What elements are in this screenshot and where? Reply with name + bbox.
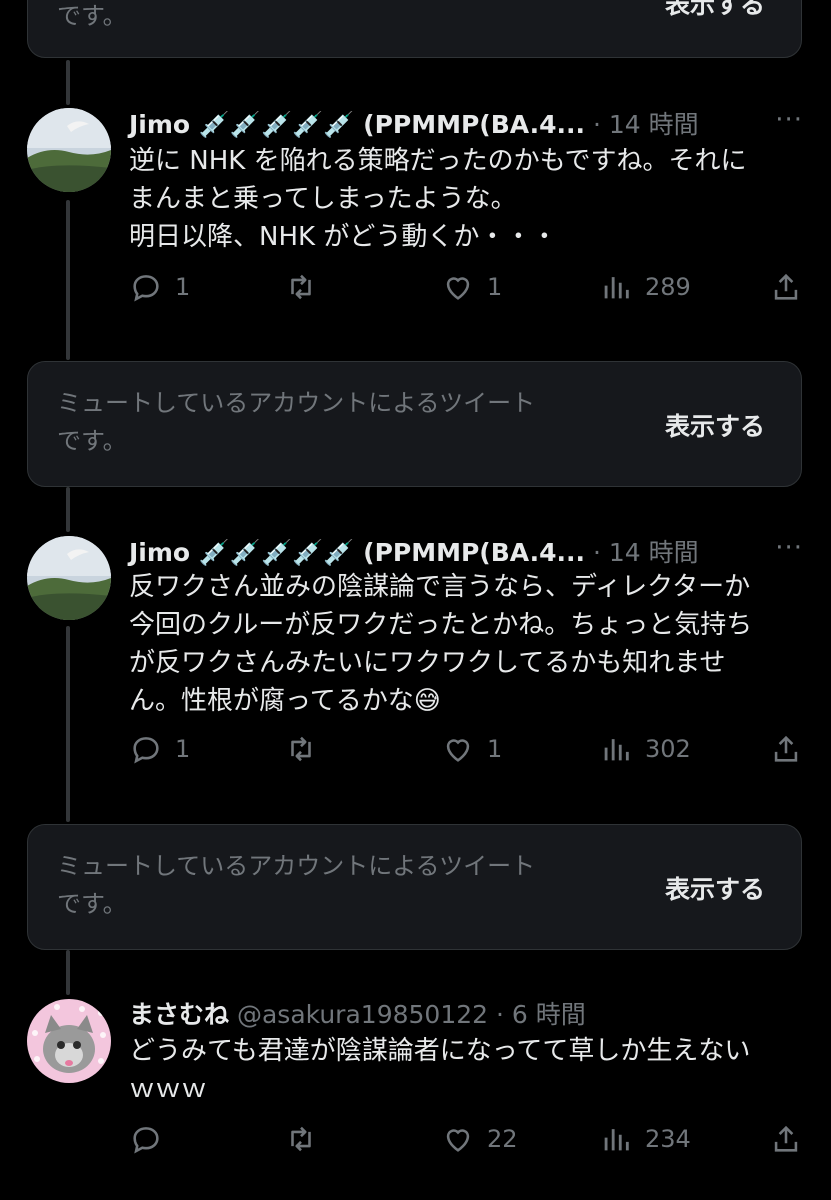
share-icon (774, 273, 798, 300)
tweet-actions: 22 234 (129, 1122, 809, 1162)
display-name[interactable]: まさむね (129, 1000, 229, 1029)
display-name[interactable]: Jimo 💉💉💉💉💉 (PPMMP(BA.4... (129, 538, 585, 567)
like-icon (446, 277, 470, 300)
avatar[interactable] (27, 536, 111, 620)
retweet-button[interactable] (284, 1122, 330, 1156)
tweet-actions: 1 1 302 (129, 732, 809, 772)
like-button[interactable]: 1 (441, 270, 502, 304)
share-button[interactable] (769, 1122, 803, 1156)
thread-line (66, 950, 70, 995)
handle[interactable]: @asakura19850122 (237, 1000, 488, 1029)
tweet-line: 逆に NHK を陥れる策略だったのかもですね。それに (129, 146, 747, 176)
retweet-button[interactable] (284, 270, 330, 304)
retweet-icon (291, 274, 311, 300)
like-icon (446, 739, 470, 762)
reply-count: 1 (175, 273, 191, 301)
like-icon (446, 1129, 470, 1152)
separator-dot: · (495, 1000, 504, 1029)
muted-tweet-notice: ミュートしているアカウントによるツイート です。 表示する (27, 824, 802, 950)
thread-line (66, 487, 70, 532)
view-count: 289 (645, 273, 691, 301)
like-count: 1 (487, 735, 503, 763)
more-icon[interactable]: ··· (775, 533, 803, 563)
avatar[interactable] (27, 999, 111, 1083)
views-button[interactable]: 302 (599, 732, 691, 766)
tweet-line: ん。性根が腐ってるかな😅 (129, 686, 441, 716)
like-button[interactable]: 22 (441, 1122, 518, 1156)
views-button[interactable]: 289 (599, 270, 691, 304)
reply-count: 1 (175, 735, 191, 763)
tweet-header: Jimo 💉💉💉💉💉 (PPMMP(BA.4... · 14 時間 ··· (129, 533, 803, 567)
tweet-line: 明日以降、NHK がどう動くか・・・ (129, 222, 558, 252)
tweet-actions: 1 1 289 (129, 270, 809, 310)
tweet-header: Jimo 💉💉💉💉💉 (PPMMP(BA.4... · 14 時間 ··· (129, 105, 803, 139)
views-icon (604, 739, 629, 761)
show-tweet-button[interactable]: 表示する (665, 870, 765, 906)
more-icon[interactable]: ··· (775, 105, 803, 135)
avatar[interactable] (27, 108, 111, 192)
separator-dot: · (592, 538, 601, 567)
muted-tweet-notice: ミュートしているアカウントによるツイート です。 表示する (27, 361, 802, 487)
separator-dot: · (592, 110, 601, 139)
tweet-line: まんまと乗ってしまったような。 (129, 184, 517, 214)
share-icon (774, 735, 798, 762)
share-button[interactable] (769, 270, 803, 304)
tweet-line: 今回のクルーが反ワクだったとかね。ちょっと気持ち (129, 610, 753, 640)
tweet-text: どうみても君達が陰謀論者になってて草しか生えない ｗｗｗ (129, 1032, 809, 1108)
muted-notice-text: ミュートしているアカウントによるツイート です。 (57, 389, 536, 455)
tweet-header: まさむね @asakura19850122 · 6 時間 (129, 995, 803, 1029)
tweet-text: 反ワクさん並みの陰謀論で言うなら、ディレクターか 今回のクルーが反ワクだったとか… (129, 568, 809, 720)
tweet-line: どうみても君達が陰謀論者になってて草しか生えない (129, 1036, 751, 1066)
thread-line (66, 60, 70, 105)
display-name[interactable]: Jimo 💉💉💉💉💉 (PPMMP(BA.4... (129, 110, 585, 139)
retweet-icon (291, 1126, 311, 1152)
retweet-icon (291, 736, 311, 762)
reply-icon (133, 275, 159, 302)
thread-line (66, 626, 70, 822)
thread-line (66, 200, 70, 360)
timestamp[interactable]: 6 時間 (512, 1000, 586, 1029)
views-button[interactable]: 234 (599, 1122, 691, 1156)
tweet-line: 反ワクさん並みの陰謀論で言うなら、ディレクターか (129, 572, 751, 602)
muted-tweet-notice: です。 表示する (27, 0, 802, 58)
share-icon (774, 1125, 798, 1152)
views-icon (604, 277, 629, 299)
views-icon (604, 1129, 629, 1151)
muted-notice-text: です。 (57, 2, 127, 30)
like-count: 22 (487, 1125, 518, 1153)
muted-notice-text: ミュートしているアカウントによるツイート です。 (57, 852, 536, 918)
share-button[interactable] (769, 732, 803, 766)
view-count: 234 (645, 1125, 691, 1153)
retweet-button[interactable] (284, 732, 330, 766)
reply-button[interactable]: 1 (129, 732, 190, 766)
show-tweet-button[interactable]: 表示する (665, 407, 765, 443)
view-count: 302 (645, 735, 691, 763)
tweet-line: ｗｗｗ (129, 1074, 208, 1104)
timestamp[interactable]: 14 時間 (609, 538, 699, 567)
timestamp[interactable]: 14 時間 (609, 110, 699, 139)
like-button[interactable]: 1 (441, 732, 502, 766)
show-tweet-button[interactable]: 表示する (665, 0, 765, 21)
tweet-text: 逆に NHK を陥れる策略だったのかもですね。それに まんまと乗ってしまったよう… (129, 142, 809, 256)
reply-button[interactable] (129, 1122, 175, 1156)
reply-icon (133, 737, 159, 764)
reply-button[interactable]: 1 (129, 270, 190, 304)
like-count: 1 (487, 273, 503, 301)
reply-icon (133, 1127, 159, 1154)
tweet-line: が反ワクさんみたいにワクワクしてるかも知れませ (129, 648, 726, 678)
